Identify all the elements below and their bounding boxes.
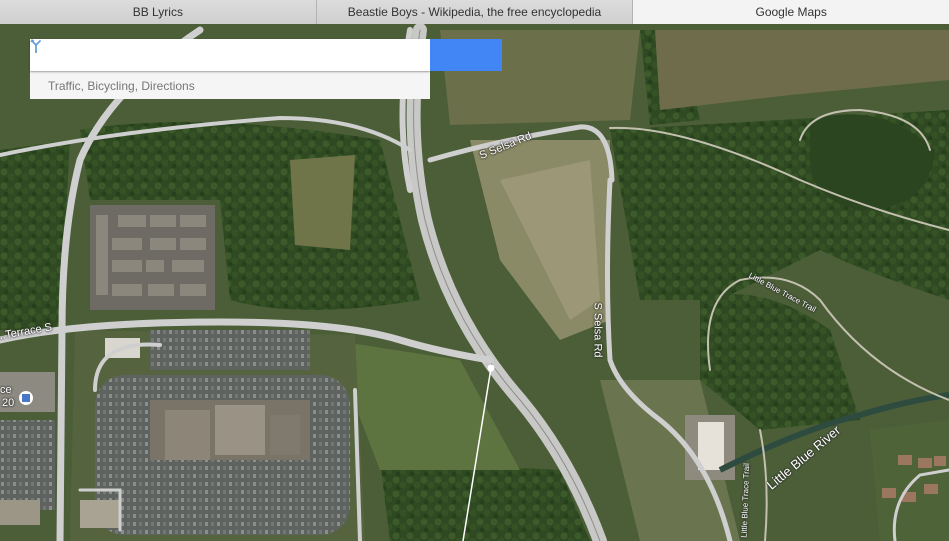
search-panel: Traffic, Bicycling, Directions (30, 39, 502, 99)
label-left-edge-a: ce (0, 384, 12, 396)
tab-beastie-boys-wikipedia[interactable]: Beastie Boys - Wikipedia, the free encyc… (316, 0, 634, 24)
tab-bb-lyrics[interactable]: BB Lyrics (0, 0, 317, 24)
search-input[interactable] (30, 39, 430, 71)
label-s-selsa-rd-side: S Selsa Rd (591, 302, 604, 358)
tab-bar: BB Lyrics Beastie Boys - Wikipedia, the … (0, 0, 949, 24)
map-canvas[interactable]: S Selsa Rd S Selsa Rd Little Blue Trace … (0, 24, 949, 541)
search-button[interactable] (30, 39, 502, 71)
search-row (30, 39, 502, 71)
tab-google-maps[interactable]: Google Maps (633, 0, 949, 24)
label-left-edge-b: 20 (2, 397, 15, 409)
suggestion-label: Traffic, Bicycling, Directions (48, 78, 195, 93)
traffic-bicycling-directions-link[interactable]: Traffic, Bicycling, Directions (30, 39, 430, 99)
